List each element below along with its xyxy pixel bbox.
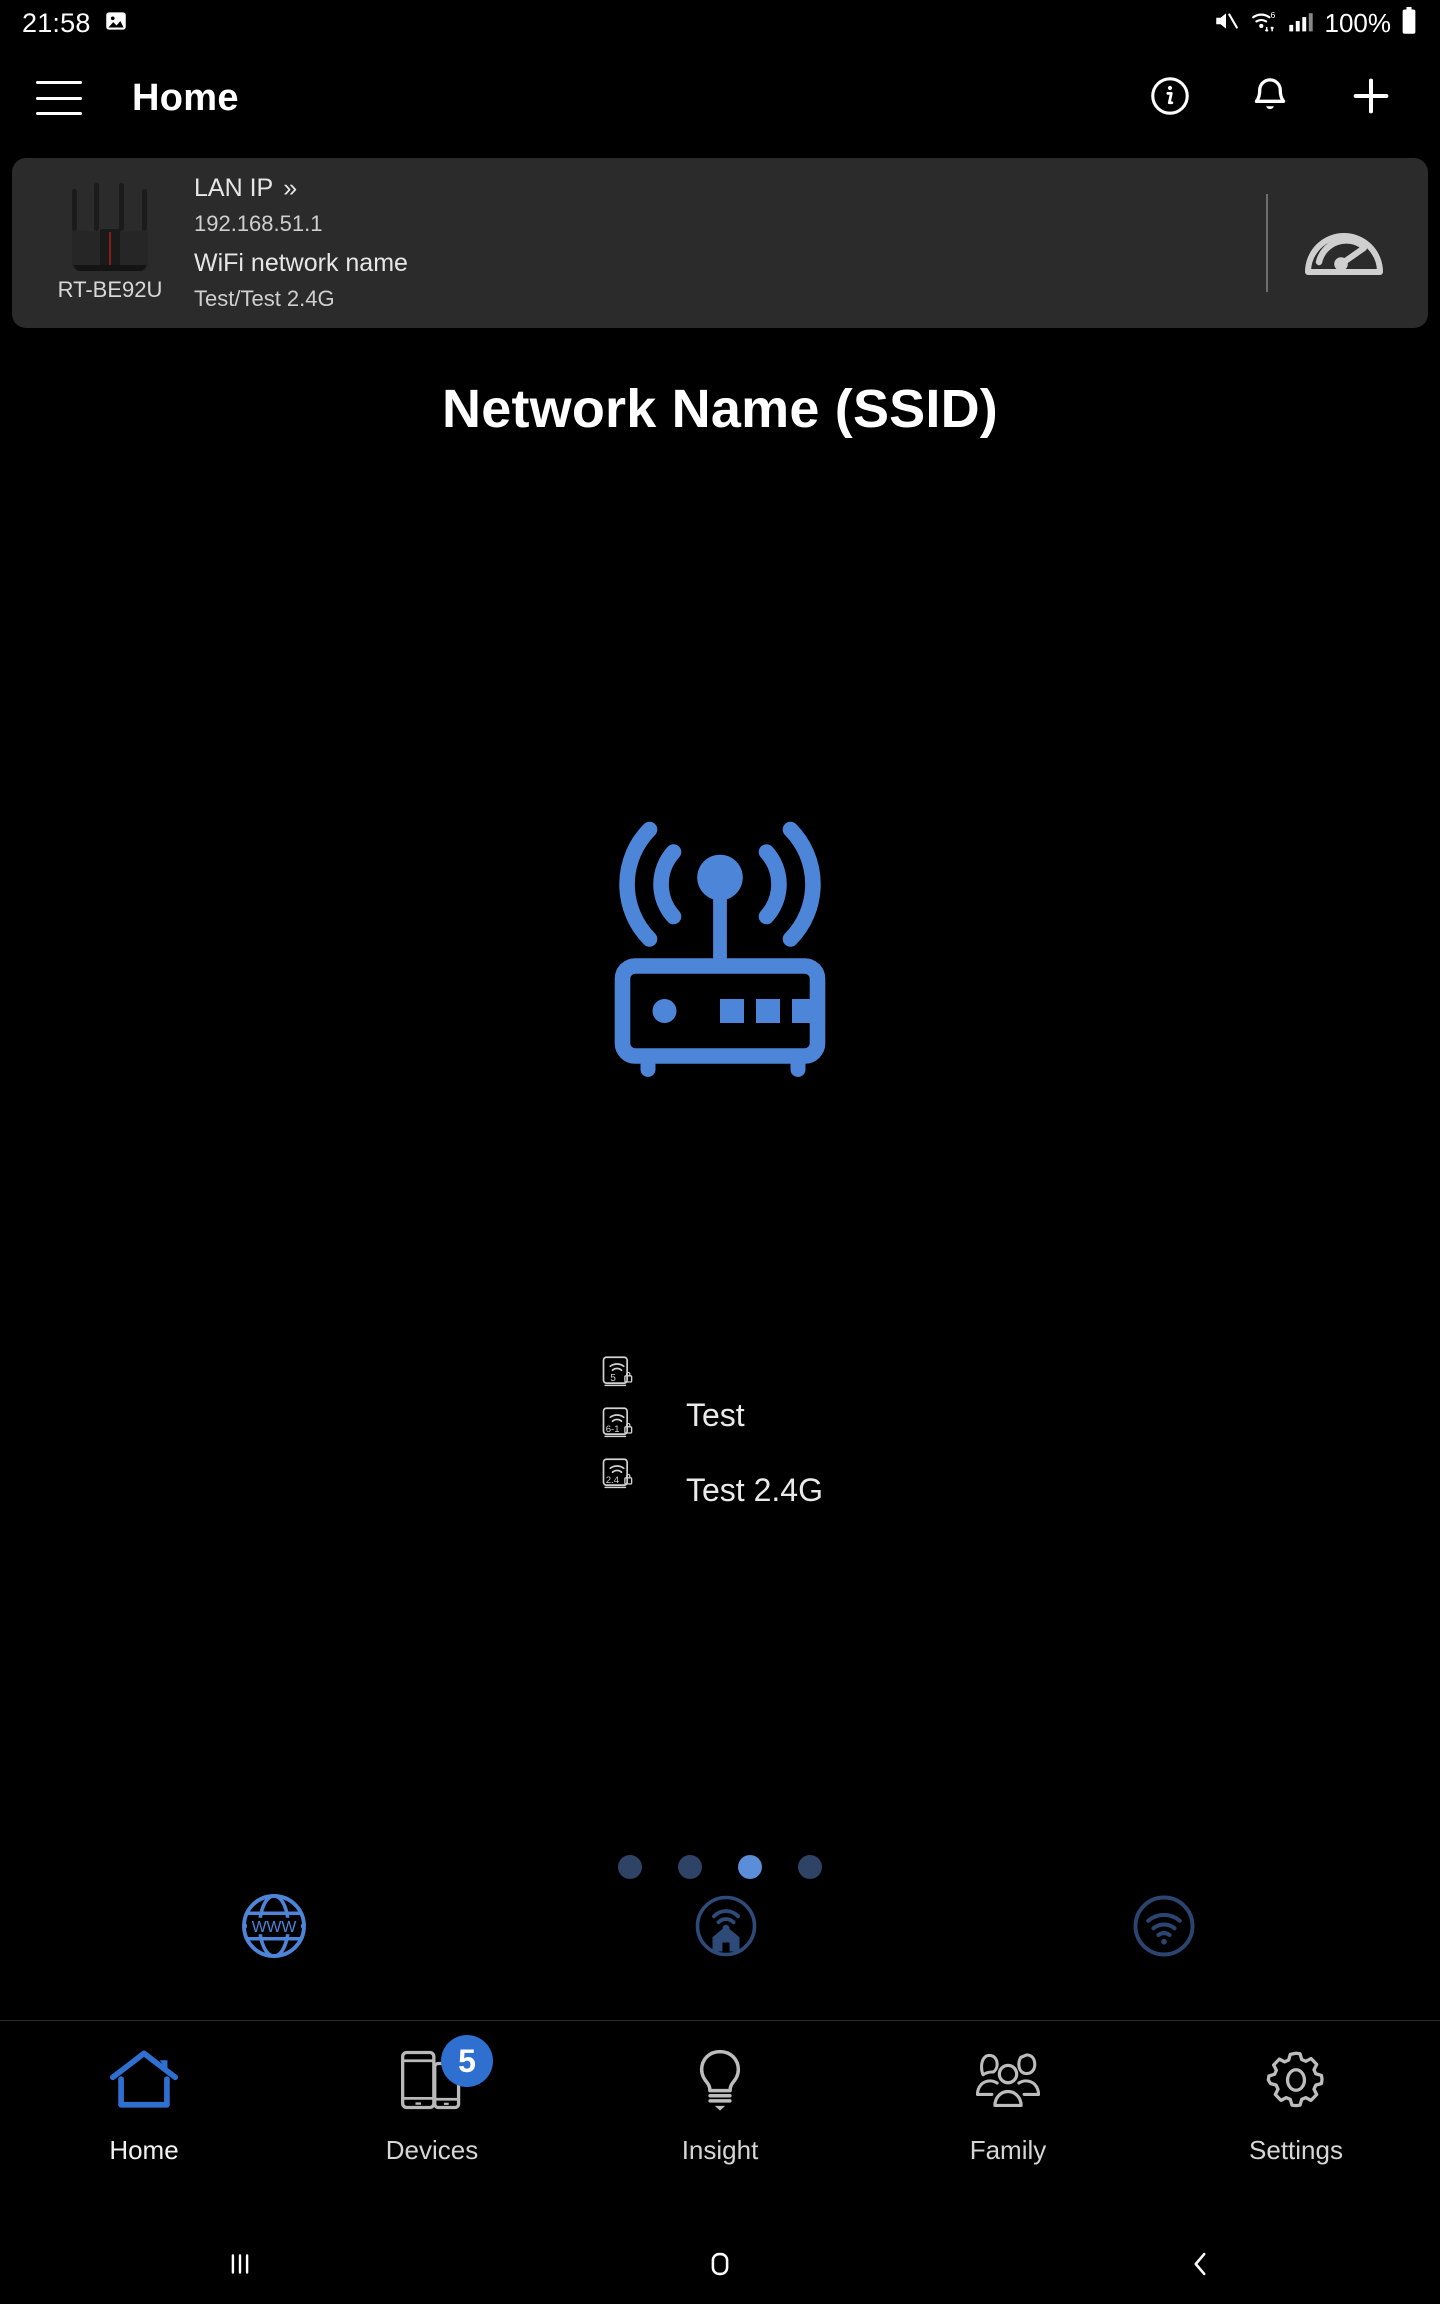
svg-text:6: 6 bbox=[1270, 9, 1275, 19]
app-screen: 21:58 6 100% Home RT-BE92U LAN IP » 192.… bbox=[0, 0, 1440, 2304]
info-icon[interactable] bbox=[1148, 74, 1192, 123]
connection-status-row: WWW bbox=[0, 1890, 1440, 2010]
band-name-column: Test Test 2.4G bbox=[686, 1355, 823, 1509]
page-title: Home bbox=[132, 76, 239, 119]
tab-family[interactable]: Family bbox=[864, 2021, 1152, 2166]
devices-badge: 5 bbox=[441, 2035, 493, 2087]
tab-label-family: Family bbox=[969, 2135, 1047, 2165]
router-thumbnail: RT-BE92U bbox=[50, 183, 170, 303]
band-name-primary: Test bbox=[686, 1397, 745, 1433]
lan-ip-label: LAN IP bbox=[194, 174, 274, 202]
app-bar: Home bbox=[0, 46, 1440, 150]
wifi-band-2-4-icon: 2.4 bbox=[600, 1457, 634, 1498]
android-nav-bar bbox=[0, 2224, 1440, 2304]
back-icon[interactable] bbox=[960, 2247, 1440, 2281]
page-dot[interactable] bbox=[678, 1855, 702, 1879]
router-wireless-icon bbox=[570, 810, 870, 1115]
recents-icon[interactable] bbox=[0, 2247, 480, 2281]
bottom-tab-bar: Home 5 Devices Insight Family Settings bbox=[0, 2020, 1440, 2224]
svg-text:5: 5 bbox=[610, 1373, 616, 1384]
page-dot[interactable] bbox=[798, 1855, 822, 1879]
status-bar-left: 21:58 bbox=[22, 8, 129, 39]
app-bar-actions bbox=[1148, 73, 1394, 124]
internet-globe-icon[interactable]: WWW bbox=[238, 1890, 310, 1967]
router-info-text: LAN IP » 192.168.51.1 WiFi network name … bbox=[194, 174, 408, 312]
status-bar: 21:58 6 100% bbox=[0, 0, 1440, 46]
mute-icon bbox=[1212, 8, 1240, 39]
wifi-name-value: Test/Test 2.4G bbox=[194, 286, 335, 311]
home-network-icon[interactable] bbox=[690, 1890, 762, 1967]
svg-text:WWW: WWW bbox=[252, 1919, 297, 1936]
battery-percent-label: 100% bbox=[1324, 7, 1392, 38]
tab-insight[interactable]: Insight bbox=[576, 2021, 864, 2166]
lightbulb-icon bbox=[683, 2041, 757, 2119]
status-clock: 21:58 bbox=[22, 7, 91, 38]
svg-text:6-1: 6-1 bbox=[606, 1424, 620, 1435]
band-name-secondary: Test 2.4G bbox=[686, 1472, 823, 1508]
page-dot-active[interactable] bbox=[738, 1855, 762, 1879]
wifi-6-icon: 6 bbox=[1249, 8, 1279, 39]
tab-label-settings: Settings bbox=[1249, 2135, 1343, 2165]
devices-icon: 5 bbox=[395, 2035, 493, 2119]
notification-bell-icon[interactable] bbox=[1248, 74, 1292, 123]
lan-ip-row[interactable]: LAN IP » bbox=[194, 174, 408, 203]
family-icon bbox=[969, 2041, 1047, 2119]
router-product-image bbox=[64, 183, 156, 271]
tab-label-insight: Insight bbox=[681, 2135, 759, 2165]
band-icon-column: 5 6-1 2.4 bbox=[600, 1355, 634, 1509]
tab-label-home: Home bbox=[109, 2135, 179, 2165]
wifi-band-5-icon: 5 bbox=[600, 1355, 634, 1396]
svg-text:2.4: 2.4 bbox=[606, 1475, 620, 1486]
home-nav-icon[interactable] bbox=[480, 2247, 960, 2281]
band-list: 5 6-1 2.4 Test Test 2.4G bbox=[600, 1355, 823, 1509]
tab-label-devices: Devices bbox=[385, 2135, 479, 2165]
page-dot[interactable] bbox=[618, 1855, 642, 1879]
ssid-headline: Network Name (SSID) bbox=[442, 379, 998, 439]
status-bar-right: 6 100% bbox=[1212, 6, 1419, 40]
wifi-status-icon[interactable] bbox=[1128, 1890, 1200, 1967]
speedometer-icon[interactable] bbox=[1300, 208, 1388, 289]
router-info-card[interactable]: RT-BE92U LAN IP » 192.168.51.1 WiFi netw… bbox=[12, 158, 1428, 328]
router-model-label: RT-BE92U bbox=[57, 277, 163, 302]
wifi-band-6-1-icon: 6-1 bbox=[600, 1406, 634, 1447]
page-indicator[interactable] bbox=[0, 1855, 1440, 1879]
card-divider bbox=[1266, 194, 1268, 292]
image-icon bbox=[103, 8, 129, 39]
gear-icon bbox=[1259, 2041, 1333, 2119]
tab-devices[interactable]: 5 Devices bbox=[288, 2021, 576, 2166]
cellular-signal-icon bbox=[1288, 8, 1314, 39]
chevron-double-right-icon[interactable]: » bbox=[283, 176, 297, 201]
wifi-name-label: WiFi network name bbox=[194, 249, 408, 277]
tab-settings[interactable]: Settings bbox=[1152, 2021, 1440, 2166]
tab-home[interactable]: Home bbox=[0, 2021, 288, 2166]
battery-icon bbox=[1400, 6, 1418, 40]
add-icon[interactable] bbox=[1348, 73, 1394, 124]
hamburger-menu-icon[interactable] bbox=[36, 81, 82, 115]
lan-ip-value: 192.168.51.1 bbox=[194, 211, 323, 236]
home-icon bbox=[107, 2041, 181, 2119]
